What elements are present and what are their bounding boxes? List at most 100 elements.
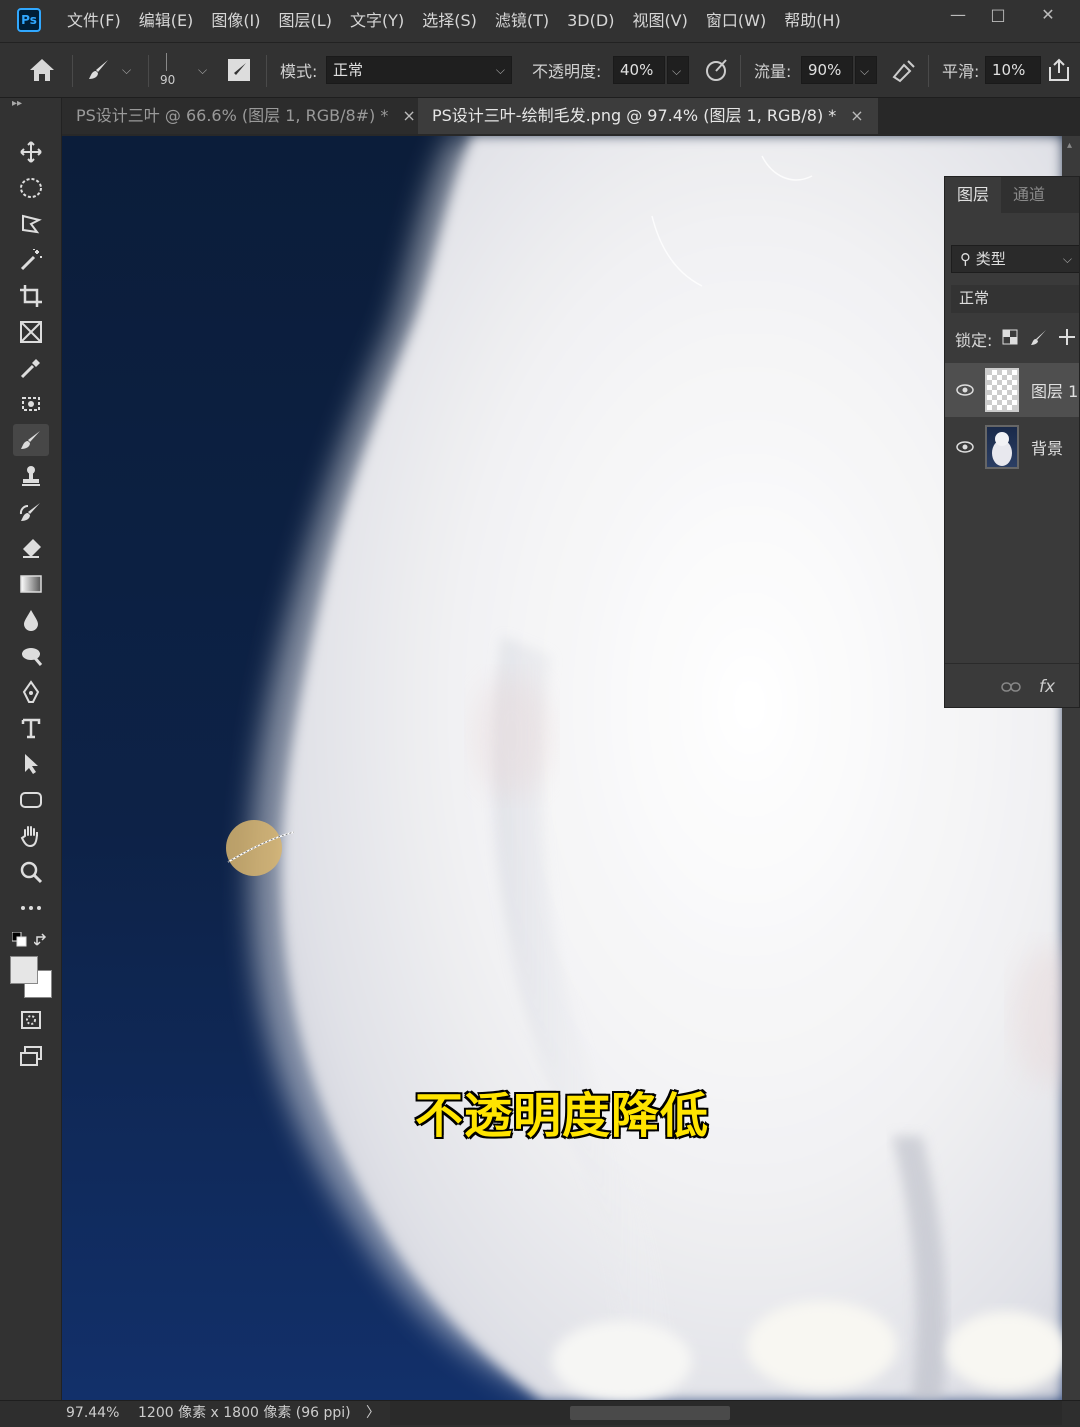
pressure-opacity-toggle[interactable] <box>704 43 730 97</box>
home-button[interactable] <box>28 43 56 97</box>
menu-bar: Ps 文件(F) 编辑(E) 图像(I) 图层(L) 文字(Y) 选择(S) 滤… <box>0 0 1080 42</box>
layer-row-layer-1[interactable]: 图层 1 <box>945 363 1079 417</box>
ellipse-marquee-icon[interactable] <box>13 172 49 204</box>
type-icon[interactable] <box>13 712 49 744</box>
canvas[interactable]: 不透明度降低 <box>62 136 1062 1400</box>
clone-stamp-icon[interactable] <box>13 460 49 492</box>
horizontal-scrollbar[interactable] <box>390 1401 1062 1425</box>
tab-title: PS设计三叶-绘制毛发.png @ 97.4% (图层 1, RGB/8) * <box>432 106 837 125</box>
eye-icon[interactable] <box>945 438 985 457</box>
menu-type[interactable]: 文字(Y) <box>341 0 413 42</box>
layer-filter-select[interactable]: ⚲ 类型 ⌵ <box>951 245 1079 273</box>
options-bar: ⌵ 90 ⌵ 模式: 正常 ⌵ 不透明度: 40% ⌵ 流量: 90% ⌵ 平滑… <box>0 42 1080 98</box>
blur-icon[interactable] <box>13 604 49 636</box>
menu-window[interactable]: 窗口(W) <box>697 0 775 42</box>
status-menu-arrow-icon[interactable]: 〉 <box>366 1401 380 1425</box>
lasso-icon[interactable] <box>13 208 49 240</box>
tab-channels[interactable]: 通道 <box>1001 177 1057 213</box>
more-icon[interactable] <box>13 892 49 924</box>
share-button[interactable] <box>1046 43 1072 97</box>
layer-thumbnail <box>985 368 1019 412</box>
mode-select[interactable]: 正常 ⌵ <box>326 56 512 84</box>
layers-panel: 图层 通道 ⚲ 类型 ⌵ 正常 锁定: 图层 1 背景 fx <box>944 176 1080 708</box>
tab-layers[interactable]: 图层 <box>945 177 1002 213</box>
zoom-level[interactable]: 97.44% <box>66 1401 119 1425</box>
swap-colors-icon[interactable] <box>33 932 50 952</box>
cat-image <box>226 136 1062 1400</box>
history-brush-icon[interactable] <box>13 496 49 528</box>
menu-image[interactable]: 图像(I) <box>202 0 269 42</box>
close-icon[interactable]: × <box>402 106 415 125</box>
magic-wand-icon[interactable] <box>13 244 49 276</box>
menu-file[interactable]: 文件(F) <box>58 0 130 42</box>
spot-heal-icon[interactable] <box>13 388 49 420</box>
chevron-down-icon: ⌵ <box>672 64 682 78</box>
close-window-button[interactable]: ✕ <box>1028 0 1068 32</box>
menu-items: 文件(F) 编辑(E) 图像(I) 图层(L) 文字(Y) 选择(S) 滤镜(T… <box>58 0 850 42</box>
layer-name: 图层 1 <box>1031 382 1079 401</box>
lock-label: 锁定: <box>955 331 993 350</box>
quick-mask-icon[interactable] <box>13 1004 49 1036</box>
move-icon[interactable] <box>13 136 49 168</box>
opacity-dropdown[interactable]: ⌵ <box>667 56 689 84</box>
brush-size-picker[interactable]: 90 <box>160 43 175 97</box>
pressure-icon <box>706 59 727 81</box>
menu-layer[interactable]: 图层(L) <box>270 0 341 42</box>
tool-preset-picker[interactable]: ⌵ <box>86 43 131 97</box>
mode-label: 模式: <box>280 62 318 81</box>
menu-select[interactable]: 选择(S) <box>413 0 486 42</box>
status-bar: 97.44% 1200 像素 x 1800 像素 (96 ppi) 〉 <box>0 1400 1080 1427</box>
menu-view[interactable]: 视图(V) <box>623 0 696 42</box>
video-subtitle: 不透明度降低 <box>414 1087 709 1145</box>
scroll-up-icon[interactable]: ▴ <box>1067 140 1072 151</box>
document-info: 1200 像素 x 1800 像素 (96 ppi) <box>138 1405 351 1421</box>
lock-transparent-icon[interactable] <box>1002 329 1018 349</box>
brush-size-dropdown[interactable]: ⌵ <box>198 43 207 97</box>
opacity-input[interactable]: 40% <box>613 56 665 84</box>
crop-icon[interactable] <box>13 280 49 312</box>
smoothing-input[interactable]: 10% <box>985 56 1041 84</box>
brush-icon[interactable] <box>13 424 49 456</box>
lock-position-icon[interactable] <box>1058 328 1076 350</box>
flow-dropdown[interactable]: ⌵ <box>855 56 877 84</box>
menu-filter[interactable]: 滤镜(T) <box>486 0 558 42</box>
airbrush-toggle[interactable] <box>890 43 918 97</box>
document-tabs: PS设计三叶 @ 66.6% (图层 1, RGB/8#) * × PS设计三叶-… <box>62 98 1080 136</box>
flow-input[interactable]: 90% <box>801 56 853 84</box>
tab-document-2[interactable]: PS设计三叶-绘制毛发.png @ 97.4% (图层 1, RGB/8) * × <box>418 98 878 134</box>
smoothing-label: 平滑: <box>942 62 980 81</box>
foreground-color-swatch[interactable] <box>10 956 38 984</box>
maximize-button[interactable]: □ <box>978 0 1018 32</box>
lock-pixels-icon[interactable] <box>1030 328 1048 350</box>
eyedropper-icon[interactable] <box>13 352 49 384</box>
eraser-icon[interactable] <box>13 532 49 564</box>
layer-row-background[interactable]: 背景 <box>945 420 1079 474</box>
tools-panel: ▸▸ <box>0 98 62 1400</box>
dodge-icon[interactable] <box>13 640 49 672</box>
brush-settings-toggle[interactable] <box>226 43 252 97</box>
menu-edit[interactable]: 编辑(E) <box>130 0 203 42</box>
default-colors-icon[interactable] <box>11 931 28 952</box>
pen-icon[interactable] <box>13 676 49 708</box>
close-icon[interactable]: × <box>850 106 863 125</box>
rectangle-icon[interactable] <box>13 784 49 816</box>
menu-help[interactable]: 帮助(H) <box>775 0 850 42</box>
zoom-icon[interactable] <box>13 856 49 888</box>
photoshop-logo[interactable]: Ps <box>17 8 41 32</box>
brush-panel-icon <box>228 59 250 81</box>
scrollbar-thumb[interactable] <box>570 1406 730 1420</box>
path-select-icon[interactable] <box>13 748 49 780</box>
chevron-down-icon: ⌵ <box>495 63 505 77</box>
fx-icon[interactable]: fx <box>1039 677 1055 697</box>
hand-icon[interactable] <box>13 820 49 852</box>
gradient-icon[interactable] <box>13 568 49 600</box>
tab-document-1[interactable]: PS设计三叶 @ 66.6% (图层 1, RGB/8#) * × <box>62 98 430 134</box>
link-layers-icon[interactable] <box>1001 678 1021 697</box>
menu-3d[interactable]: 3D(D) <box>558 0 623 42</box>
screen-mode-icon[interactable] <box>13 1040 49 1072</box>
frame-icon[interactable] <box>13 316 49 348</box>
eye-icon[interactable] <box>945 381 985 400</box>
blend-mode-select[interactable]: 正常 <box>951 285 1079 313</box>
minimize-button[interactable]: — <box>938 0 978 32</box>
collapse-toolbar-icon[interactable]: ▸▸ <box>12 98 22 109</box>
